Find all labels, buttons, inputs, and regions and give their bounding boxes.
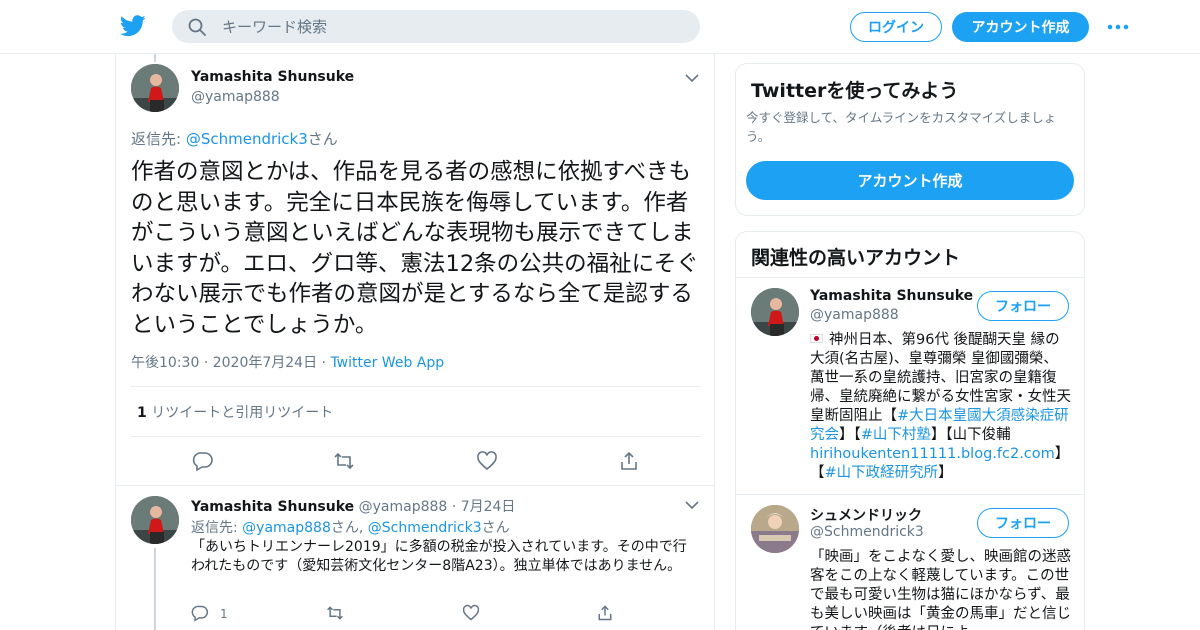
reply-icon[interactable] [191, 604, 209, 622]
author-name[interactable]: Yamashita Shunsuke [191, 69, 354, 85]
hashtag-link[interactable]: #山下村塾 [861, 427, 931, 443]
card-subtitle: 今すぐ登録して、タイムラインをカスタマイズしましょう。 [746, 110, 1057, 144]
reply-to-suffix: さん [307, 130, 338, 148]
hashtag-link[interactable]: #山下政経研究所 [825, 465, 939, 481]
retweet-icon[interactable] [333, 450, 355, 472]
reply-to-mention[interactable]: @Schmendrick3 [368, 520, 482, 536]
like-heart-icon[interactable] [476, 450, 498, 472]
reply-to-mention[interactable]: @Schmendrick3 [186, 130, 308, 148]
reply-to-mention[interactable]: @yamap888 [242, 520, 331, 536]
account-handle[interactable]: @Schmendrick3 [810, 524, 924, 540]
author-handle[interactable]: @yamap888 [359, 499, 448, 515]
reply-icon[interactable] [192, 450, 214, 472]
tweet-date[interactable]: 7月24日 [461, 499, 516, 515]
japan-flag-icon [810, 334, 823, 343]
account-name[interactable]: Yamashita Shunsuke [810, 288, 973, 304]
divider [736, 277, 1084, 278]
tweet-date[interactable]: 2020年7月24日 [213, 355, 317, 371]
divider [131, 436, 700, 437]
follow-button[interactable]: フォロー [977, 291, 1069, 321]
bio-text: 】【 [839, 427, 861, 443]
signup-card-button[interactable]: アカウント作成 [746, 161, 1074, 200]
bio-text: 】【山下俊輔 [930, 427, 1011, 443]
card-title: 関連性の高いアカウント [751, 247, 961, 269]
tweet-separator [116, 485, 714, 486]
avatar[interactable] [751, 288, 799, 336]
reply-count: 1 [220, 607, 228, 621]
share-icon[interactable] [618, 450, 640, 472]
thread-line [154, 548, 156, 630]
author-handle[interactable]: @yamap888 [191, 89, 280, 105]
like-heart-icon[interactable] [462, 604, 480, 622]
account-handle[interactable]: @yamap888 [810, 307, 899, 323]
search-input[interactable] [222, 10, 682, 43]
top-bar: ログイン アカウント作成 [0, 0, 1200, 54]
avatar[interactable] [131, 496, 179, 544]
tweet-meta: 午後10:30 · 2020年7月24日 · Twitter Web App [131, 355, 445, 371]
tweet-text: 作者の意図とかは、作品を見る者の感想に依拠すべきものと思います。完全に日本民族を… [131, 159, 699, 338]
search-box[interactable] [172, 10, 700, 43]
tweet-text: 「あいちトリエンナーレ2019」に多額の税金が投入されています。その中で行われた… [191, 539, 687, 574]
share-icon[interactable] [596, 604, 614, 622]
tweet-time[interactable]: 午後10:30 [131, 355, 199, 371]
retweet-label: リツイートと引用リツイート [151, 405, 334, 421]
account-name[interactable]: シュメンドリック [810, 505, 922, 525]
url-link[interactable]: hirihoukenten11111.blog.fc2.com [810, 446, 1055, 462]
card-title: Twitterを使ってみよう [751, 80, 959, 102]
account-bio: 神州日本、第96代 後醍醐天皇 縁の大須(名古屋)、皇尊彌榮 皇御國彌榮、萬世一… [810, 331, 1072, 483]
thread-line [154, 54, 156, 62]
reply-header: Yamashita Shunsuke @yamap888 · 7月24日 [191, 499, 516, 515]
avatar[interactable] [131, 64, 179, 112]
reply-to-line: 返信先: @Schmendrick3さん [131, 128, 338, 149]
more-dots-icon[interactable] [1106, 18, 1130, 36]
divider [131, 386, 700, 387]
chevron-down-icon[interactable] [685, 73, 699, 83]
timeline-column: Yamashita Shunsuke @yamap888 返信先: @Schme… [115, 54, 715, 630]
reply-to-label: 返信先: [131, 130, 186, 148]
signup-card: Twitterを使ってみよう 今すぐ登録して、タイムラインをカスタマイズしましょ… [735, 63, 1085, 216]
login-button[interactable]: ログイン [850, 12, 942, 42]
reply-to-label: 返信先: [191, 520, 243, 536]
reply-to-suffix: さん [481, 520, 510, 536]
twitter-bird-icon[interactable] [120, 14, 146, 38]
account-bio: 「映画」をこよなく愛し、映画館の迷惑客をこの上なく軽蔑しています。この世で最も可… [810, 549, 1071, 630]
retweet-stats[interactable]: 1 リツイートと引用リツイート [137, 402, 333, 422]
related-accounts-card: 関連性の高いアカウント Yamashita Shunsuke @yamap888… [735, 231, 1085, 630]
signup-button[interactable]: アカウント作成 [952, 12, 1089, 42]
reply-to-separator: さん, [330, 520, 368, 536]
author-name[interactable]: Yamashita Shunsuke [191, 499, 354, 515]
bio-text: 】 [938, 465, 953, 481]
tweet-source[interactable]: Twitter Web App [330, 355, 444, 371]
retweet-icon[interactable] [326, 604, 344, 622]
search-icon [188, 18, 206, 36]
divider [736, 494, 1084, 495]
avatar[interactable] [751, 505, 799, 553]
chevron-down-icon[interactable] [685, 500, 699, 510]
reply-to-line: 返信先: @yamap888さん, @Schmendrick3さん [191, 517, 510, 537]
retweet-count: 1 [137, 405, 147, 421]
follow-button[interactable]: フォロー [977, 508, 1069, 538]
